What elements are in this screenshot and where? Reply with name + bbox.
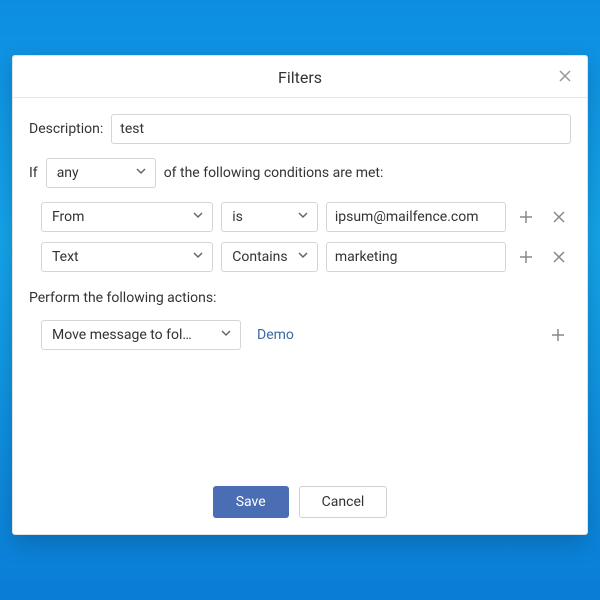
dialog-header: Filters <box>13 56 587 98</box>
plus-icon <box>550 327 566 343</box>
chevron-down-icon <box>297 209 309 225</box>
dialog-title: Filters <box>29 68 571 87</box>
actions-section-label: Perform the following actions: <box>29 290 571 306</box>
condition-field-select[interactable]: Text <box>41 242 213 272</box>
action-row: Move message to fol… Demo <box>41 320 571 350</box>
chevron-down-icon <box>135 165 147 181</box>
add-condition-button[interactable] <box>514 244 539 270</box>
cancel-button[interactable]: Cancel <box>299 486 388 518</box>
add-condition-button[interactable] <box>514 204 539 230</box>
remove-icon <box>552 210 566 224</box>
if-label: If <box>29 165 38 181</box>
chevron-down-icon <box>192 209 204 225</box>
dialog-footer: Save Cancel <box>13 474 587 534</box>
plus-icon <box>518 209 534 225</box>
action-target-link[interactable]: Demo <box>257 327 537 343</box>
condition-op-select[interactable]: is <box>221 202 318 232</box>
description-row: Description: <box>29 114 571 144</box>
condition-row: From is <box>41 202 571 232</box>
remove-icon <box>552 250 566 264</box>
action-type-select[interactable]: Move message to fol… <box>41 320 241 350</box>
condition-value-input[interactable] <box>326 202 506 232</box>
condition-row: Text Contains <box>41 242 571 272</box>
filters-dialog: Filters Description: If any of the follo… <box>12 55 588 535</box>
remove-condition-button[interactable] <box>546 244 571 270</box>
chevron-down-icon <box>192 249 204 265</box>
description-input[interactable] <box>111 114 571 144</box>
match-row: If any of the following conditions are m… <box>29 158 571 188</box>
chevron-down-icon <box>297 249 309 265</box>
description-label: Description: <box>29 121 103 137</box>
chevron-down-icon <box>220 327 232 343</box>
action-type-value: Move message to fol… <box>52 327 214 343</box>
save-button[interactable]: Save <box>213 486 289 518</box>
dialog-body: Description: If any of the following con… <box>13 98 587 474</box>
plus-icon <box>518 249 534 265</box>
condition-value-input[interactable] <box>326 242 506 272</box>
condition-op-select[interactable]: Contains <box>221 242 318 272</box>
condition-field-value: From <box>52 209 84 225</box>
close-button[interactable] <box>555 66 575 86</box>
remove-condition-button[interactable] <box>546 204 571 230</box>
match-mode-value: any <box>57 165 79 181</box>
add-action-button[interactable] <box>545 322 571 348</box>
condition-field-select[interactable]: From <box>41 202 213 232</box>
close-icon <box>558 69 572 83</box>
condition-field-value: Text <box>52 249 79 265</box>
condition-op-value: Contains <box>232 249 287 265</box>
condition-op-value: is <box>232 209 243 225</box>
if-tail-label: of the following conditions are met: <box>164 165 384 181</box>
match-mode-select[interactable]: any <box>46 158 156 188</box>
